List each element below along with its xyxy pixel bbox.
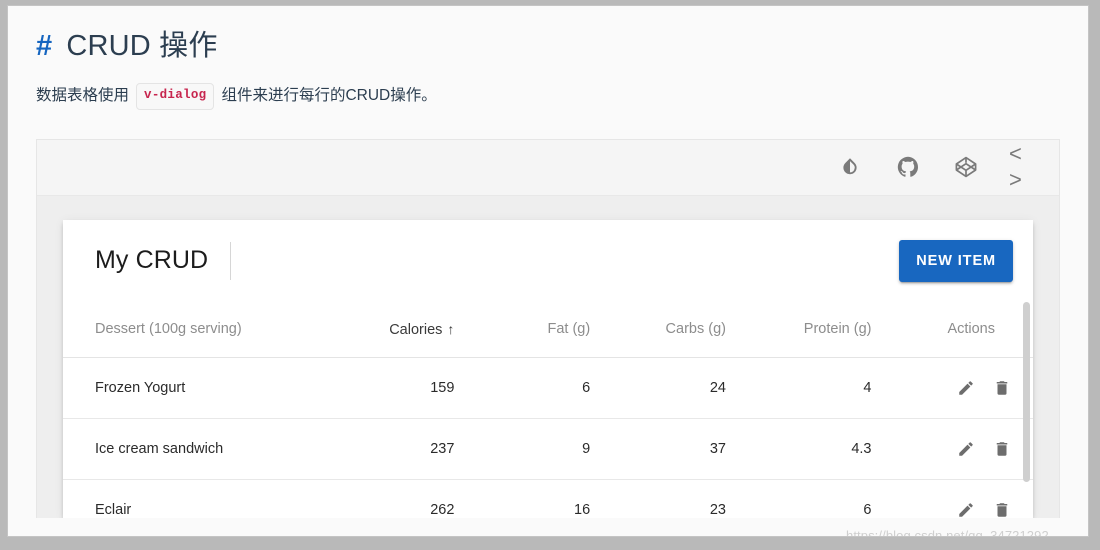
github-icon[interactable] — [893, 152, 923, 182]
codepen-icon[interactable] — [951, 152, 981, 182]
cell-protein: 4.3 — [741, 418, 888, 480]
table-header-row: Dessert (100g serving) Calories ↑ Fat (g)… — [63, 301, 1033, 358]
doc-header: # CRUD 操作 数据表格使用 v-dialog 组件来进行每行的CRUD操作… — [8, 6, 1088, 110]
column-header-dessert[interactable]: Dessert (100g serving) — [63, 301, 325, 358]
example-container: < > My CRUD NEW ITEM Dessert (100g servi… — [36, 138, 1060, 518]
cell-fat: 9 — [470, 418, 607, 480]
watermark: https://blog.csdn.net/qq_34721292 — [846, 528, 1049, 537]
inline-code-chip: v-dialog — [136, 83, 215, 110]
page-title-text: CRUD 操作 — [66, 30, 218, 62]
cell-calories: 237 — [324, 418, 471, 480]
cell-calories: 262 — [324, 479, 471, 518]
column-header-actions: Actions — [887, 301, 1033, 358]
heading-anchor-icon[interactable]: # — [36, 32, 52, 61]
cell-fat: 6 — [470, 357, 607, 419]
sort-ascending-icon: ↑ — [447, 320, 455, 337]
card-scrollbar[interactable] — [1022, 301, 1031, 518]
table-row[interactable]: Ice cream sandwich 237 9 37 4.3 — [63, 418, 1033, 480]
table-row[interactable]: Frozen Yogurt 159 6 24 4 — [63, 357, 1033, 419]
cell-fat: 16 — [470, 479, 607, 518]
column-header-calories-label: Calories — [389, 321, 443, 338]
subtitle-text-before: 数据表格使用 — [36, 87, 130, 105]
delete-icon[interactable] — [993, 440, 1011, 458]
card-scrollbar-thumb[interactable] — [1023, 301, 1030, 482]
data-table-scroll[interactable]: Dessert (100g serving) Calories ↑ Fat (g)… — [63, 301, 1033, 518]
cell-protein: 6 — [741, 479, 888, 518]
edit-icon[interactable] — [957, 379, 975, 397]
data-table-head: Dessert (100g serving) Calories ↑ Fat (g)… — [63, 301, 1033, 358]
page-frame: # CRUD 操作 数据表格使用 v-dialog 组件来进行每行的CRUD操作… — [7, 5, 1089, 537]
new-item-button[interactable]: NEW ITEM — [899, 239, 1013, 282]
cell-carbs: 37 — [606, 418, 742, 480]
card-title: My CRUD — [95, 246, 209, 274]
column-header-calories[interactable]: Calories ↑ — [324, 301, 471, 358]
edit-icon[interactable] — [957, 440, 975, 458]
theme-toggle-icon[interactable] — [835, 152, 865, 182]
cell-actions — [887, 479, 1033, 518]
cell-calories: 159 — [324, 357, 471, 419]
subtitle-text-after: 组件来进行每行的CRUD操作。 — [221, 87, 437, 105]
data-table: Dessert (100g serving) Calories ↑ Fat (g)… — [63, 301, 1033, 518]
column-header-fat[interactable]: Fat (g) — [470, 301, 607, 358]
cell-actions — [887, 418, 1033, 480]
delete-icon[interactable] — [993, 501, 1011, 518]
code-view-icon[interactable]: < > — [1009, 141, 1039, 192]
column-header-carbs[interactable]: Carbs (g) — [606, 301, 742, 358]
data-table-body: Frozen Yogurt 159 6 24 4 Ice cream sandw… — [63, 357, 1033, 518]
vertical-divider — [230, 241, 232, 280]
cell-carbs: 24 — [606, 357, 742, 419]
card-toolbar: My CRUD NEW ITEM — [63, 220, 1033, 302]
edit-icon[interactable] — [957, 501, 975, 518]
delete-icon[interactable] — [993, 379, 1011, 397]
crud-card: My CRUD NEW ITEM Dessert (100g serving) … — [63, 219, 1033, 518]
page-title: # CRUD 操作 — [36, 32, 1088, 61]
cell-dessert: Frozen Yogurt — [63, 357, 325, 419]
table-row[interactable]: Eclair 262 16 23 6 — [63, 479, 1033, 518]
page-subtitle: 数据表格使用 v-dialog 组件来进行每行的CRUD操作。 — [36, 83, 1088, 110]
cell-actions — [887, 357, 1033, 419]
cell-dessert: Eclair — [63, 479, 325, 518]
cell-protein: 4 — [741, 357, 888, 419]
example-toolbar: < > — [37, 139, 1059, 196]
example-body: My CRUD NEW ITEM Dessert (100g serving) … — [37, 196, 1059, 518]
cell-dessert: Ice cream sandwich — [63, 418, 325, 480]
column-header-protein[interactable]: Protein (g) — [741, 301, 888, 358]
cell-carbs: 23 — [606, 479, 742, 518]
